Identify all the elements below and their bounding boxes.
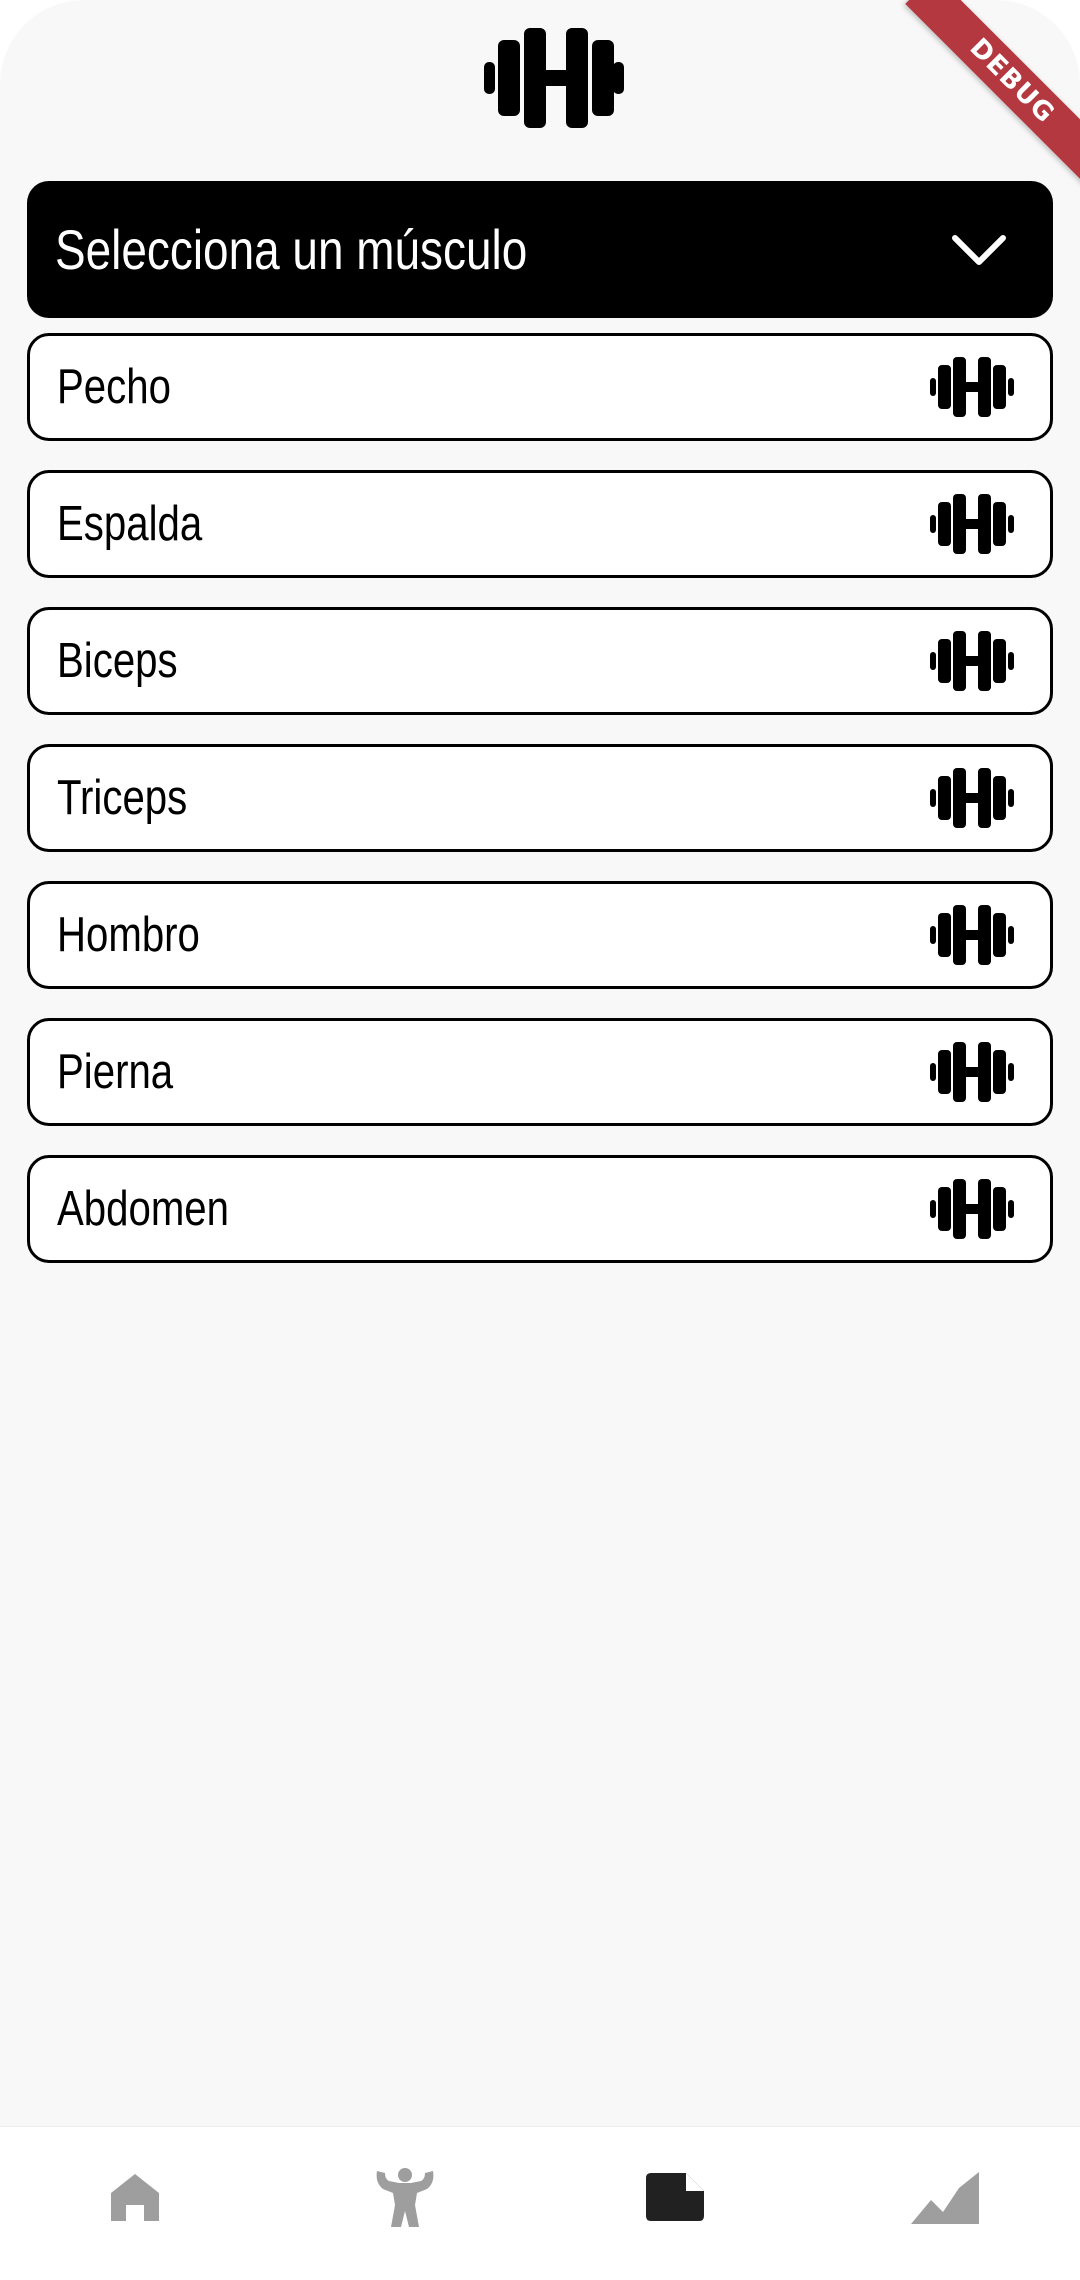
chart-area-icon: [911, 2172, 979, 2224]
muscle-select-dropdown[interactable]: Selecciona un músculo: [27, 181, 1053, 318]
muscle-label: Espalda: [57, 497, 203, 551]
home-icon: [111, 2174, 159, 2221]
list-item-pecho[interactable]: Pecho: [27, 333, 1053, 441]
muscle-label: Hombro: [57, 908, 200, 962]
dumbbell-icon: [930, 1179, 1014, 1239]
list-item-hombro[interactable]: Hombro: [27, 881, 1053, 989]
muscle-label: Pecho: [57, 360, 171, 414]
list-item-abdomen[interactable]: Abdomen: [27, 1155, 1053, 1263]
dropdown-label: Selecciona un músculo: [55, 218, 528, 281]
dumbbell-logo-icon: [484, 28, 624, 128]
app-screen: DEBUG Selecciona un músculo Pecho Espald…: [0, 0, 1080, 2280]
note-icon: [646, 2173, 704, 2221]
nav-progress-button[interactable]: [885, 2147, 1005, 2247]
list-item-triceps[interactable]: Triceps: [27, 744, 1053, 852]
bodybuilder-icon: [376, 2168, 434, 2227]
list-item-biceps[interactable]: Biceps: [27, 607, 1053, 715]
dumbbell-icon: [930, 357, 1014, 417]
dumbbell-icon: [930, 494, 1014, 554]
nav-routines-button[interactable]: [615, 2147, 735, 2247]
list-item-pierna[interactable]: Pierna: [27, 1018, 1053, 1126]
dumbbell-icon: [930, 1042, 1014, 1102]
muscle-list: Pecho Espalda Biceps Triceps Hombro Pier…: [27, 333, 1053, 1292]
dumbbell-icon: [930, 631, 1014, 691]
list-item-espalda[interactable]: Espalda: [27, 470, 1053, 578]
dumbbell-icon: [930, 768, 1014, 828]
nav-home-button[interactable]: [75, 2147, 195, 2247]
debug-banner: DEBUG: [905, 0, 1080, 188]
muscle-label: Biceps: [57, 634, 178, 688]
dumbbell-icon: [930, 905, 1014, 965]
muscle-label: Pierna: [57, 1045, 174, 1099]
nav-exercises-button[interactable]: [345, 2147, 465, 2247]
muscle-label: Triceps: [57, 771, 188, 825]
chevron-down-icon: [952, 234, 1006, 265]
bottom-navigation-bar: [0, 2126, 1080, 2280]
muscle-label: Abdomen: [57, 1182, 230, 1236]
